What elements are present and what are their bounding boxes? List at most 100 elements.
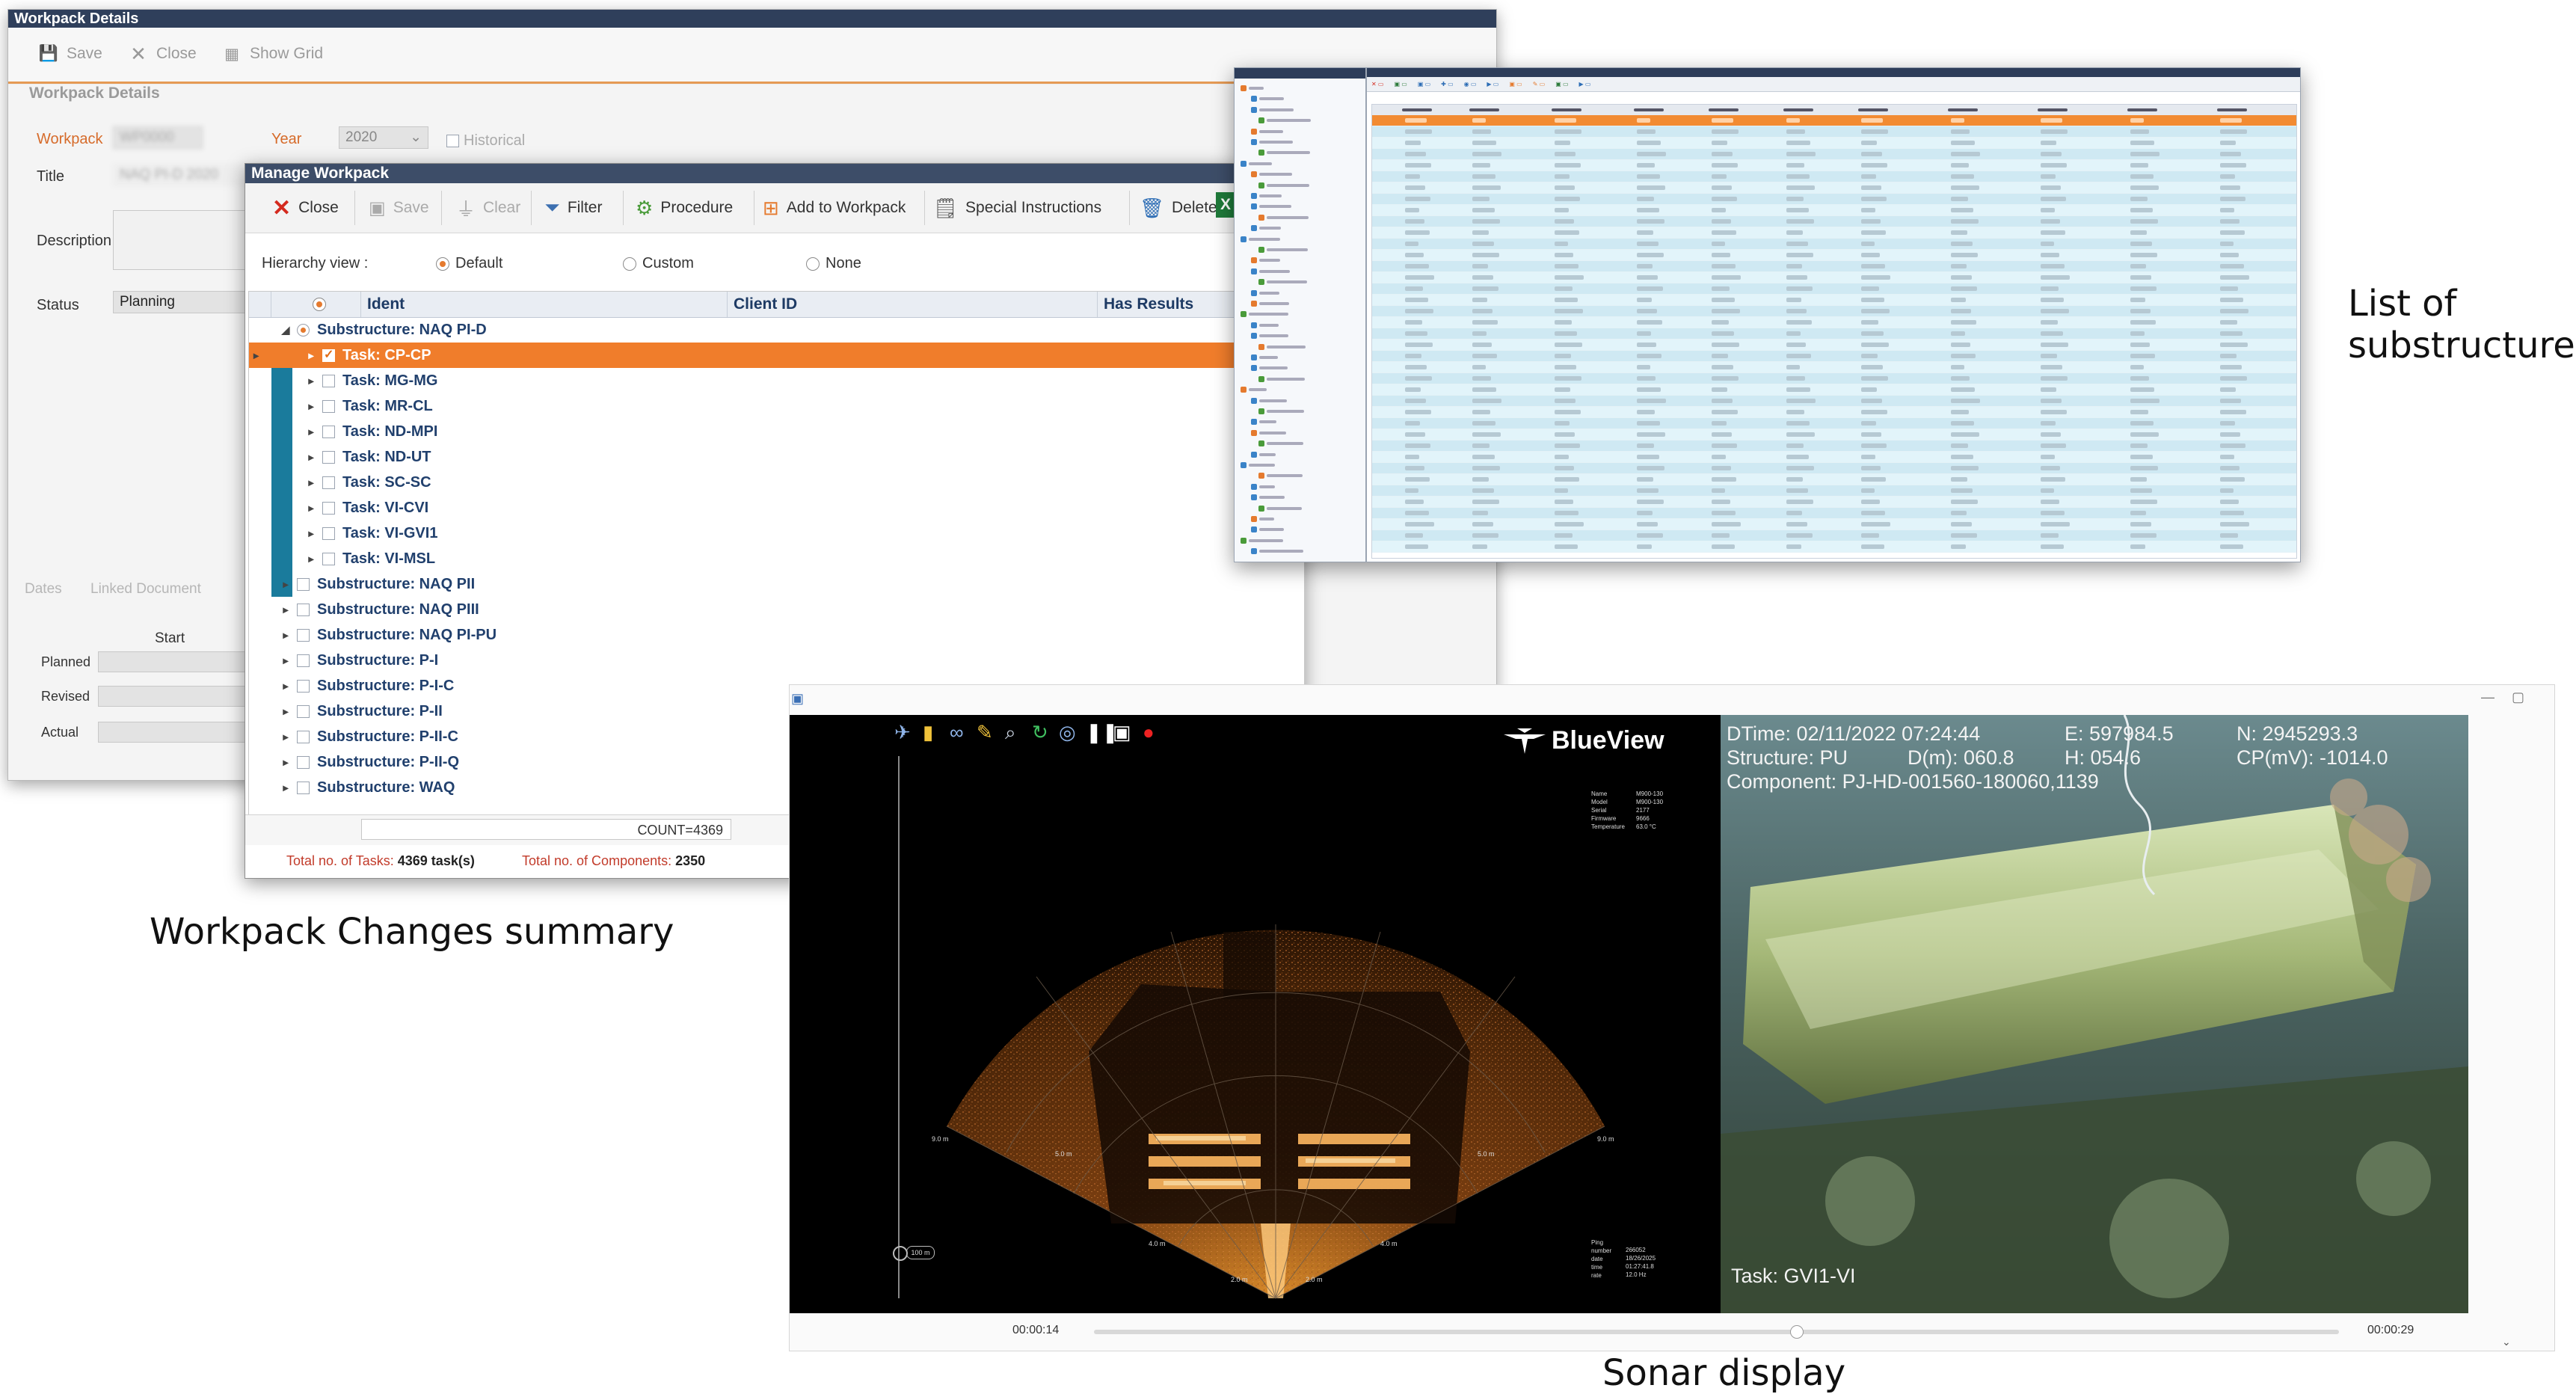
components-table-row[interactable]: [1372, 418, 2296, 429]
folder-icon[interactable]: ▮: [923, 721, 933, 743]
column-client-id[interactable]: Client ID: [728, 292, 1098, 317]
tree-row-task[interactable]: ▸ Task: ND-UT: [249, 444, 1304, 470]
tree-node[interactable]: [1241, 460, 1275, 470]
tree-row-task[interactable]: ▸ Task: ND-MPI: [249, 419, 1304, 444]
row-checkbox[interactable]: [297, 755, 310, 769]
tree-row-task[interactable]: ▸ Task: VI-MSL: [249, 546, 1304, 571]
expand-arrow-icon[interactable]: ▸: [306, 553, 316, 565]
timeline-track[interactable]: [1094, 1330, 2339, 1334]
tree-node[interactable]: [1241, 309, 1288, 319]
tree-node[interactable]: [1251, 524, 1284, 535]
tree-node[interactable]: [1251, 331, 1288, 341]
components-table-row[interactable]: [1372, 194, 2296, 205]
tree-node[interactable]: [1258, 277, 1307, 287]
components-table-row[interactable]: [1372, 474, 2296, 485]
tree-node[interactable]: [1258, 406, 1304, 417]
tree-row-substructure[interactable]: ▸ Substructure: NAQ PII: [249, 571, 1304, 597]
components-table-row[interactable]: [1372, 261, 2296, 272]
add-to-workpack-button[interactable]: ⊞ Add to Workpack: [763, 192, 906, 224]
description-field[interactable]: [113, 210, 248, 270]
expand-arrow-icon[interactable]: ▸: [306, 451, 316, 464]
row-checkbox[interactable]: [322, 476, 335, 489]
components-column-header[interactable]: [1701, 105, 1746, 115]
tree-node[interactable]: [1251, 396, 1287, 406]
snapshot-icon[interactable]: ▣: [1113, 721, 1131, 743]
tab-linked-document[interactable]: Linked Document: [90, 581, 201, 598]
expand-arrow-icon[interactable]: ▸: [280, 654, 291, 667]
hierarchy-custom-radio[interactable]: Custom: [623, 255, 694, 272]
tree-node[interactable]: [1251, 288, 1279, 298]
row-checkbox[interactable]: [297, 577, 310, 591]
expand-arrow-icon[interactable]: ▸: [280, 782, 291, 794]
expand-arrow-icon[interactable]: ▸: [280, 604, 291, 616]
add-multi-icon[interactable]: ▣ ▭: [1509, 81, 1522, 87]
tree-node[interactable]: [1251, 320, 1279, 331]
components-table-row[interactable]: [1372, 149, 2296, 160]
tree-row-substructure[interactable]: ▸ Substructure: NAQ PIII: [249, 597, 1304, 622]
components-table-row[interactable]: [1372, 530, 2296, 541]
historical-check[interactable]: [446, 135, 459, 148]
hierarchy-default-radio[interactable]: Default: [436, 255, 502, 272]
components-table-row[interactable]: [1372, 182, 2296, 194]
tree-node[interactable]: [1251, 298, 1289, 309]
row-checkbox[interactable]: [297, 730, 310, 743]
tree-row-task[interactable]: ▸ ▸ Task: CP-CP: [249, 343, 1304, 368]
save-button[interactable]: ▣ Save: [369, 192, 429, 224]
tree-node[interactable]: [1251, 169, 1292, 179]
components-table-row[interactable]: [1372, 138, 2296, 149]
components-table-row[interactable]: [1372, 328, 2296, 340]
row-checkbox[interactable]: [322, 374, 335, 387]
row-checkbox[interactable]: [322, 552, 335, 565]
tree-row-substructure[interactable]: ▸ Substructure: NAQ PI-PU: [249, 622, 1304, 648]
revised-start-field[interactable]: [98, 686, 248, 707]
tree-node[interactable]: [1251, 417, 1276, 427]
tree-row-substructure[interactable]: ▸ Substructure: P-I: [249, 648, 1304, 673]
components-table-row[interactable]: [1372, 452, 2296, 463]
components-column-header[interactable]: [1776, 105, 1821, 115]
components-table-row[interactable]: [1372, 485, 2296, 497]
export-icon[interactable]: ▣ ▭: [1555, 81, 1568, 87]
tree-node[interactable]: [1258, 438, 1303, 449]
tree-node[interactable]: [1251, 255, 1280, 265]
show-3d-icon[interactable]: ▶ ▭: [1487, 81, 1498, 87]
minimize-icon[interactable]: —: [2481, 690, 2494, 705]
components-table-row[interactable]: [1372, 306, 2296, 317]
ruler-icon[interactable]: ✎: [977, 721, 993, 743]
row-checkbox[interactable]: [297, 654, 310, 667]
expand-arrow-icon[interactable]: ▸: [306, 426, 316, 438]
expand-arrow-icon[interactable]: ▸: [280, 680, 291, 693]
tree-node[interactable]: [1241, 384, 1267, 395]
import-icon[interactable]: ▣ ▭: [1394, 81, 1407, 87]
delete-icon[interactable]: ▣ ▭: [1418, 81, 1430, 87]
record-icon[interactable]: ●: [1143, 721, 1155, 743]
show-grid-button[interactable]: ▦ Show Grid: [221, 38, 323, 70]
procedure-button[interactable]: ⚙ Procedure: [636, 192, 733, 224]
tree-node[interactable]: [1251, 428, 1286, 438]
components-column-header[interactable]: [1940, 105, 1985, 115]
components-table-row[interactable]: [1372, 508, 2296, 519]
tree-node[interactable]: [1258, 374, 1305, 384]
components-table-row[interactable]: [1372, 373, 2296, 384]
status-select[interactable]: Planning: [113, 291, 262, 313]
expand-arrow-icon[interactable]: ▸: [280, 629, 291, 642]
tree-node[interactable]: [1258, 147, 1310, 158]
edit-multi-icon[interactable]: ✎ ▭: [1533, 81, 1545, 87]
maximize-icon[interactable]: ▢: [2512, 690, 2524, 705]
components-table-row[interactable]: [1372, 340, 2296, 351]
tree-node[interactable]: [1251, 266, 1290, 277]
components-column-header[interactable]: [1544, 105, 1589, 115]
components-table-row[interactable]: [1372, 396, 2296, 407]
tree-node[interactable]: [1251, 126, 1283, 137]
column-ident[interactable]: Ident: [361, 292, 728, 317]
row-checkbox[interactable]: [297, 323, 310, 337]
save-button[interactable]: 💾 Save: [38, 38, 102, 70]
components-table-row[interactable]: [1372, 362, 2296, 373]
components-table-row[interactable]: [1372, 115, 2296, 126]
components-table-row[interactable]: [1372, 541, 2296, 553]
tree-row-task[interactable]: ▸ Task: MG-MG: [249, 368, 1304, 393]
expand-arrow-icon[interactable]: ▸: [280, 731, 291, 743]
tree-node[interactable]: [1251, 223, 1281, 233]
tree-row-task[interactable]: ▸ Task: MR-CL: [249, 393, 1304, 419]
tree-node[interactable]: [1251, 105, 1294, 115]
close-icon[interactable]: ✕ ▭: [1371, 81, 1383, 87]
